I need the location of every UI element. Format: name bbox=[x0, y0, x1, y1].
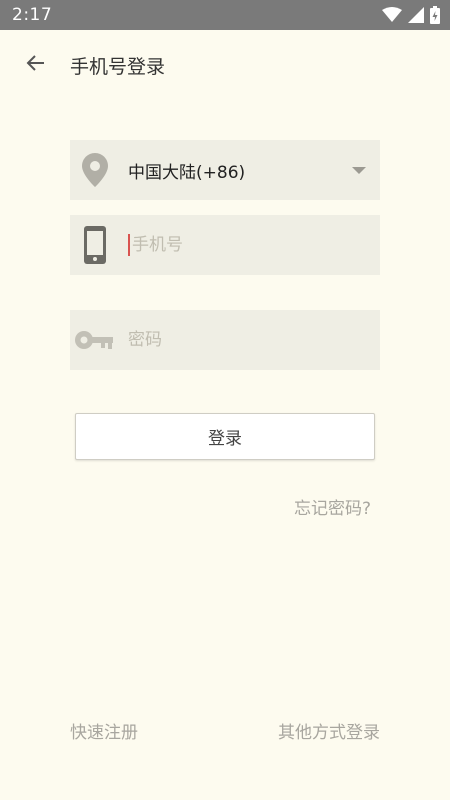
text-cursor bbox=[128, 234, 130, 256]
phone-field[interactable] bbox=[70, 215, 380, 275]
arrow-left-icon bbox=[25, 54, 45, 76]
password-field[interactable] bbox=[70, 310, 380, 370]
back-button[interactable] bbox=[20, 50, 50, 80]
status-time: 2:17 bbox=[12, 5, 53, 25]
region-select[interactable]: 中国大陆(+86) bbox=[70, 140, 380, 200]
password-input[interactable] bbox=[128, 330, 358, 350]
app-bar: 手机号登录 bbox=[0, 30, 450, 100]
other-login-link[interactable]: 其他方式登录 bbox=[278, 718, 380, 743]
region-value: 中国大陆(+86) bbox=[128, 162, 246, 183]
key-icon bbox=[70, 310, 120, 370]
status-bar: 2:17 bbox=[0, 0, 450, 30]
forgot-password-link[interactable]: 忘记密码? bbox=[294, 494, 371, 519]
smartphone-icon bbox=[70, 215, 120, 275]
status-icons bbox=[382, 6, 440, 24]
caret-down-icon bbox=[352, 167, 366, 174]
page-title: 手机号登录 bbox=[70, 55, 166, 78]
phone-input[interactable] bbox=[132, 235, 362, 255]
signal-icon bbox=[408, 7, 424, 23]
wifi-icon bbox=[382, 7, 402, 23]
login-button[interactable]: 登录 bbox=[75, 413, 375, 460]
location-pin-icon bbox=[70, 140, 120, 200]
battery-icon bbox=[430, 6, 440, 24]
quick-register-link[interactable]: 快速注册 bbox=[70, 718, 138, 743]
